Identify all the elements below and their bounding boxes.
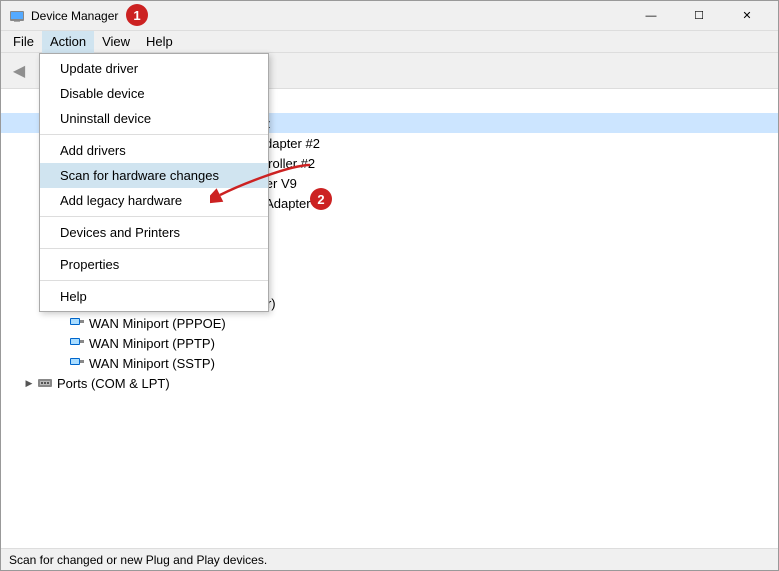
menu-bar: File Action View Help Update driver Disa… (1, 31, 778, 53)
window-title: Device Manager (31, 9, 628, 23)
list-item[interactable]: WAN Miniport (PPPOE) (1, 313, 778, 333)
menu-help-item[interactable]: Help (40, 284, 268, 309)
back-button[interactable]: ◀ (5, 57, 33, 85)
window-controls: — ☐ ✕ (628, 1, 770, 31)
ports-label: Ports (COM & LPT) (57, 376, 170, 391)
tree-group-ports[interactable]: ▶ Ports (COM & LPT) (1, 373, 778, 393)
action-dropdown: Update driver Disable device Uninstall d… (39, 53, 269, 312)
adapter-12-label: WAN Miniport (PPTP) (89, 336, 215, 351)
separator-1 (40, 134, 268, 135)
window-icon (9, 8, 25, 24)
device-manager-window: Device Manager — ☐ ✕ File Action View He… (0, 0, 779, 571)
menu-disable-device[interactable]: Disable device (40, 81, 268, 106)
menu-file[interactable]: File (5, 31, 42, 53)
menu-action[interactable]: Action (42, 31, 94, 53)
menu-add-legacy[interactable]: Add legacy hardware (40, 188, 268, 213)
adapter-icon-13 (69, 355, 85, 371)
separator-2 (40, 216, 268, 217)
ports-icon (37, 375, 53, 391)
expander-ports[interactable]: ▶ (21, 375, 37, 391)
adapter-icon-11 (69, 315, 85, 331)
menu-scan-hardware[interactable]: Scan for hardware changes (40, 163, 268, 188)
menu-devices-printers[interactable]: Devices and Printers (40, 220, 268, 245)
menu-uninstall-device[interactable]: Uninstall device (40, 106, 268, 131)
menu-properties[interactable]: Properties (40, 252, 268, 277)
maximize-button[interactable]: ☐ (676, 1, 722, 31)
adapter-11-label: WAN Miniport (PPPOE) (89, 316, 226, 331)
status-bar: Scan for changed or new Plug and Play de… (1, 548, 778, 570)
menu-help[interactable]: Help (138, 31, 181, 53)
close-button[interactable]: ✕ (724, 1, 770, 31)
menu-add-drivers[interactable]: Add drivers (40, 138, 268, 163)
adapter-13-label: WAN Miniport (SSTP) (89, 356, 215, 371)
list-item[interactable]: WAN Miniport (SSTP) (1, 353, 778, 373)
list-item[interactable]: WAN Miniport (PPTP) (1, 333, 778, 353)
separator-3 (40, 248, 268, 249)
annotation-badge-2: 2 (310, 188, 332, 210)
adapter-icon-12 (69, 335, 85, 351)
menu-view[interactable]: View (94, 31, 138, 53)
separator-4 (40, 280, 268, 281)
title-bar: Device Manager — ☐ ✕ (1, 1, 778, 31)
status-text: Scan for changed or new Plug and Play de… (9, 553, 267, 567)
menu-update-driver[interactable]: Update driver (40, 56, 268, 81)
minimize-button[interactable]: — (628, 1, 674, 31)
annotation-badge-1: 1 (126, 4, 148, 26)
